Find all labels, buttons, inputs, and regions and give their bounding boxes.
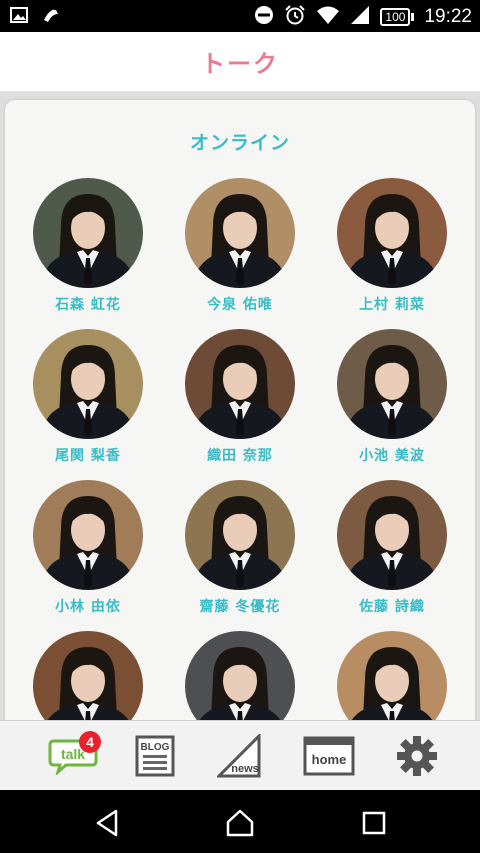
member-avatar	[33, 329, 143, 439]
member-item[interactable]: 今泉 佑唯	[170, 178, 310, 314]
member-name: 上村 莉菜	[359, 297, 425, 313]
page-title: トーク	[201, 50, 279, 78]
battery-level: 100	[380, 8, 411, 26]
member-avatar	[185, 631, 295, 720]
member-name: 佐藤 詩織	[359, 599, 425, 615]
member-name: 小林 由依	[55, 599, 121, 615]
bottom-tab-bar: talk 4 BLOG news home	[0, 720, 480, 790]
member-name: 齋藤 冬優花	[199, 599, 281, 615]
do-not-disturb-icon	[254, 5, 274, 29]
tab-settings[interactable]	[387, 733, 447, 779]
app-header: トーク	[0, 32, 480, 92]
member-item[interactable]: 石森 虹花	[18, 178, 158, 314]
member-item[interactable]: 小池 美波	[322, 329, 462, 465]
member-avatar	[185, 178, 295, 288]
gear-icon	[397, 736, 437, 776]
member-item[interactable]: 織田 奈那	[170, 329, 310, 465]
member-avatar	[33, 480, 143, 590]
member-item[interactable]: 齋藤 冬優花	[170, 480, 310, 616]
battery-cap-icon	[411, 13, 415, 21]
news-icon: news	[217, 734, 261, 778]
tab-talk[interactable]: talk 4	[43, 731, 103, 779]
section-title-online: オンライン	[189, 132, 290, 154]
member-avatar	[337, 329, 447, 439]
member-avatar	[337, 480, 447, 590]
back-icon[interactable]	[92, 808, 122, 838]
member-name: 尾関 梨香	[55, 448, 121, 464]
member-item[interactable]	[170, 631, 310, 720]
member-item[interactable]	[322, 631, 462, 720]
tab-news[interactable]: news	[210, 733, 270, 779]
member-avatar	[185, 329, 295, 439]
member-avatar	[337, 178, 447, 288]
recents-icon[interactable]	[359, 808, 389, 838]
home-nav-icon[interactable]	[225, 808, 255, 838]
clock: 19:22	[424, 6, 472, 27]
member-name: 小池 美波	[359, 448, 425, 464]
member-item[interactable]: 上村 莉菜	[322, 178, 462, 314]
member-avatar	[185, 480, 295, 590]
member-avatar	[33, 178, 143, 288]
member-item[interactable]: 佐藤 詩織	[322, 480, 462, 616]
member-item[interactable]: 小林 由依	[18, 480, 158, 616]
tab-home[interactable]: home	[299, 733, 359, 779]
member-name: 石森 虹花	[55, 297, 121, 313]
member-name: 織田 奈那	[207, 448, 273, 464]
system-nav-bar	[0, 790, 480, 853]
notification-app-icon	[42, 6, 60, 28]
tab-blog-label: BLOG	[141, 742, 170, 753]
home-icon: home	[303, 736, 355, 776]
talk-unread-badge: 4	[79, 731, 101, 753]
member-item[interactable]: 尾関 梨香	[18, 329, 158, 465]
wifi-icon	[316, 5, 340, 29]
alarm-icon	[284, 4, 306, 30]
online-card: オンライン 石森 虹花 今泉 佑唯 上村 莉菜尾関 梨香 織田 奈那 小池 美波小林 由…	[5, 100, 475, 720]
talk-list[interactable]: オンライン 石森 虹花 今泉 佑唯 上村 莉菜尾関 梨香 織田 奈那 小池 美波小林 由…	[0, 92, 480, 720]
member-avatar	[33, 631, 143, 720]
status-bar: 100 19:22	[0, 0, 480, 32]
tab-news-label: news	[231, 763, 259, 775]
member-avatar	[337, 631, 447, 720]
battery-indicator: 100	[380, 8, 415, 26]
blog-icon: BLOG	[135, 735, 175, 777]
member-item[interactable]	[18, 631, 158, 720]
member-name: 今泉 佑唯	[207, 297, 273, 313]
tab-home-label: home	[312, 752, 347, 767]
signal-icon	[350, 5, 370, 29]
tab-blog[interactable]: BLOG	[125, 733, 185, 779]
gallery-notification-icon	[10, 6, 28, 28]
